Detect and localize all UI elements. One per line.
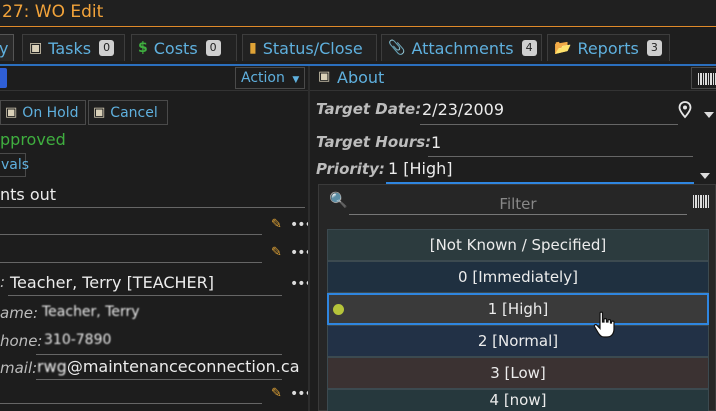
- priority-option[interactable]: 0 [Immediately]: [327, 261, 709, 293]
- email-underline: [36, 379, 282, 380]
- email-user: rwg: [37, 357, 67, 376]
- barcode-icon: [698, 73, 716, 85]
- location-pin-icon[interactable]: [678, 101, 692, 119]
- paperclip-icon: 📎: [388, 40, 406, 56]
- field-underline: [0, 403, 262, 404]
- notepad-icon: ▣: [93, 105, 106, 120]
- phone-value: 310-7890: [44, 332, 112, 348]
- chevron-down-icon[interactable]: [700, 173, 710, 179]
- tab-status-close[interactable]: ▮ Status/Close: [242, 34, 377, 61]
- left-panel: Action ▼ ▣ On Hold ▣ Cancel pproved vals…: [0, 66, 313, 411]
- description-underline: [0, 207, 305, 208]
- requester-label: :: [0, 273, 6, 291]
- approvals-button[interactable]: vals: [0, 153, 29, 177]
- requester-value[interactable]: Teacher, Terry [TEACHER]: [10, 273, 214, 292]
- clipboard-check-icon: ▣: [29, 40, 43, 56]
- priority-option[interactable]: 3 [Low]: [327, 357, 709, 389]
- barcode-button[interactable]: [691, 67, 716, 89]
- phone-underline: [36, 354, 282, 355]
- email-value[interactable]: rwg@maintenanceconnection.ca: [37, 357, 300, 376]
- tab-attachments[interactable]: 📎 Attachments 4: [381, 34, 542, 61]
- chevron-down-icon[interactable]: [704, 112, 714, 118]
- window-title: 27: WO Edit: [2, 2, 104, 22]
- description-value[interactable]: nts out: [0, 185, 56, 204]
- name-label: ame:: [0, 304, 39, 322]
- tab-tasks[interactable]: ▣ Tasks 0: [22, 34, 125, 61]
- about-header: ▣ About: [310, 66, 716, 91]
- target-date-value[interactable]: 2/23/2009: [422, 100, 504, 119]
- tab-reports-badge: 3: [646, 40, 662, 56]
- tab-tasks-badge: 0: [99, 40, 115, 56]
- priority-option[interactable]: [Not Known / Specified]: [327, 229, 709, 261]
- hand-cursor-icon: [593, 311, 615, 338]
- field-underline: [0, 262, 262, 263]
- name-value: Teacher, Terry: [42, 304, 140, 320]
- tab-reports[interactable]: 📂 Reports 3: [547, 34, 670, 61]
- on-hold-label: On Hold: [22, 104, 79, 121]
- priority-option[interactable]: 4 [now]: [327, 389, 709, 411]
- tab-bar: y ▣ Tasks 0 $ Costs 0 ▮ Status/Close 📎 A…: [0, 28, 716, 64]
- tab-attachments-badge: 4: [521, 40, 537, 56]
- filter-input[interactable]: Filter: [349, 193, 687, 215]
- tab-costs[interactable]: $ Costs 0: [131, 34, 237, 61]
- target-hours-value[interactable]: 1: [431, 133, 441, 152]
- search-icon: 🔍: [329, 191, 348, 209]
- priority-value[interactable]: 1 [High]: [388, 159, 453, 178]
- priority-option-selected[interactable]: 1 [High]: [327, 293, 709, 325]
- target-hours-underline: [428, 156, 693, 157]
- email-domain: @maintenanceconnection.ca: [66, 357, 300, 376]
- clipboard-icon: ▣: [318, 69, 331, 84]
- notepad-icon: ▣: [5, 105, 18, 120]
- pencil-icon[interactable]: ✎: [271, 217, 282, 232]
- check-icon: [333, 304, 344, 315]
- pencil-icon[interactable]: ✎: [271, 245, 282, 260]
- tab-summary-label: y: [0, 38, 9, 58]
- priority-dropdown: 🔍 Filter [Not Known / Specified] 0 [Imme…: [318, 184, 716, 411]
- status-text: pproved: [0, 130, 66, 149]
- barcode-icon[interactable]: [693, 195, 709, 208]
- target-date-label: Target Date:: [316, 100, 422, 118]
- about-title: About: [337, 68, 385, 87]
- priority-option-label: 1 [High]: [487, 300, 549, 318]
- phone-label: hone:: [0, 332, 43, 350]
- window-title-bar: 27: WO Edit: [0, 0, 716, 27]
- priority-option[interactable]: 2 [Normal]: [327, 325, 709, 357]
- field-underline: [0, 234, 262, 235]
- tab-tasks-label: Tasks: [48, 38, 92, 58]
- target-date-underline: [420, 124, 678, 125]
- chevron-down-icon: ▼: [292, 75, 300, 85]
- folder-open-icon: 📂: [554, 40, 572, 56]
- tab-attachments-label: Attachments: [411, 38, 514, 58]
- tab-costs-label: Costs: [153, 38, 198, 58]
- section-marker: [0, 68, 7, 88]
- requester-underline: [8, 295, 282, 296]
- action-label: Action: [241, 70, 285, 86]
- pencil-icon[interactable]: ✎: [271, 386, 282, 401]
- left-panel-header: Action ▼: [0, 66, 308, 91]
- target-hours-label: Target Hours:: [316, 133, 432, 151]
- action-menu-button[interactable]: Action ▼: [235, 67, 305, 89]
- cancel-button[interactable]: ▣ Cancel: [88, 100, 168, 125]
- cancel-label: Cancel: [110, 104, 158, 121]
- email-label: mail:: [0, 359, 38, 377]
- tab-costs-badge: 0: [205, 40, 221, 56]
- dollar-icon: $: [138, 40, 148, 56]
- tab-summary[interactable]: y: [0, 34, 14, 61]
- tab-reports-label: Reports: [577, 38, 639, 58]
- priority-label: Priority:: [316, 160, 385, 178]
- tab-status-close-label: Status/Close: [262, 38, 363, 58]
- on-hold-button[interactable]: ▣ On Hold: [0, 100, 86, 125]
- traffic-light-icon: ▮: [249, 40, 257, 56]
